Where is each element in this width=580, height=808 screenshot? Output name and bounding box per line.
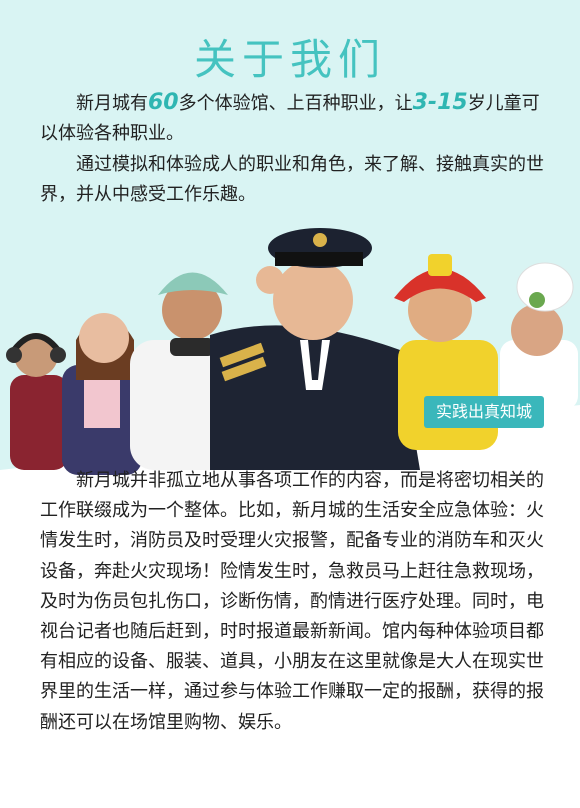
intro-text-b: 多个体验馆、上百种职业，让 [178, 93, 413, 114]
intro-text-a: 新月城有 [76, 93, 148, 114]
body-paragraph: 新月城并非孤立地从事各项工作的内容，而是将密切相关的工作联缀成为一个整体。比如，… [40, 470, 544, 733]
age-range: 3-15 [412, 90, 468, 115]
page-title: 关于我们 [193, 35, 386, 84]
intro-paragraph-1: 新月城有60多个体验馆、上百种职业，让3-15岁儿童可以体验各种职业。 [40, 88, 545, 149]
venue-count: 60 [148, 90, 179, 115]
child-headphones [6, 333, 68, 470]
children-costume-photo [0, 228, 580, 480]
photo-caption-badge: 实践出真知城 [424, 396, 544, 428]
child-chef [500, 262, 578, 410]
child-pilot [210, 228, 420, 470]
